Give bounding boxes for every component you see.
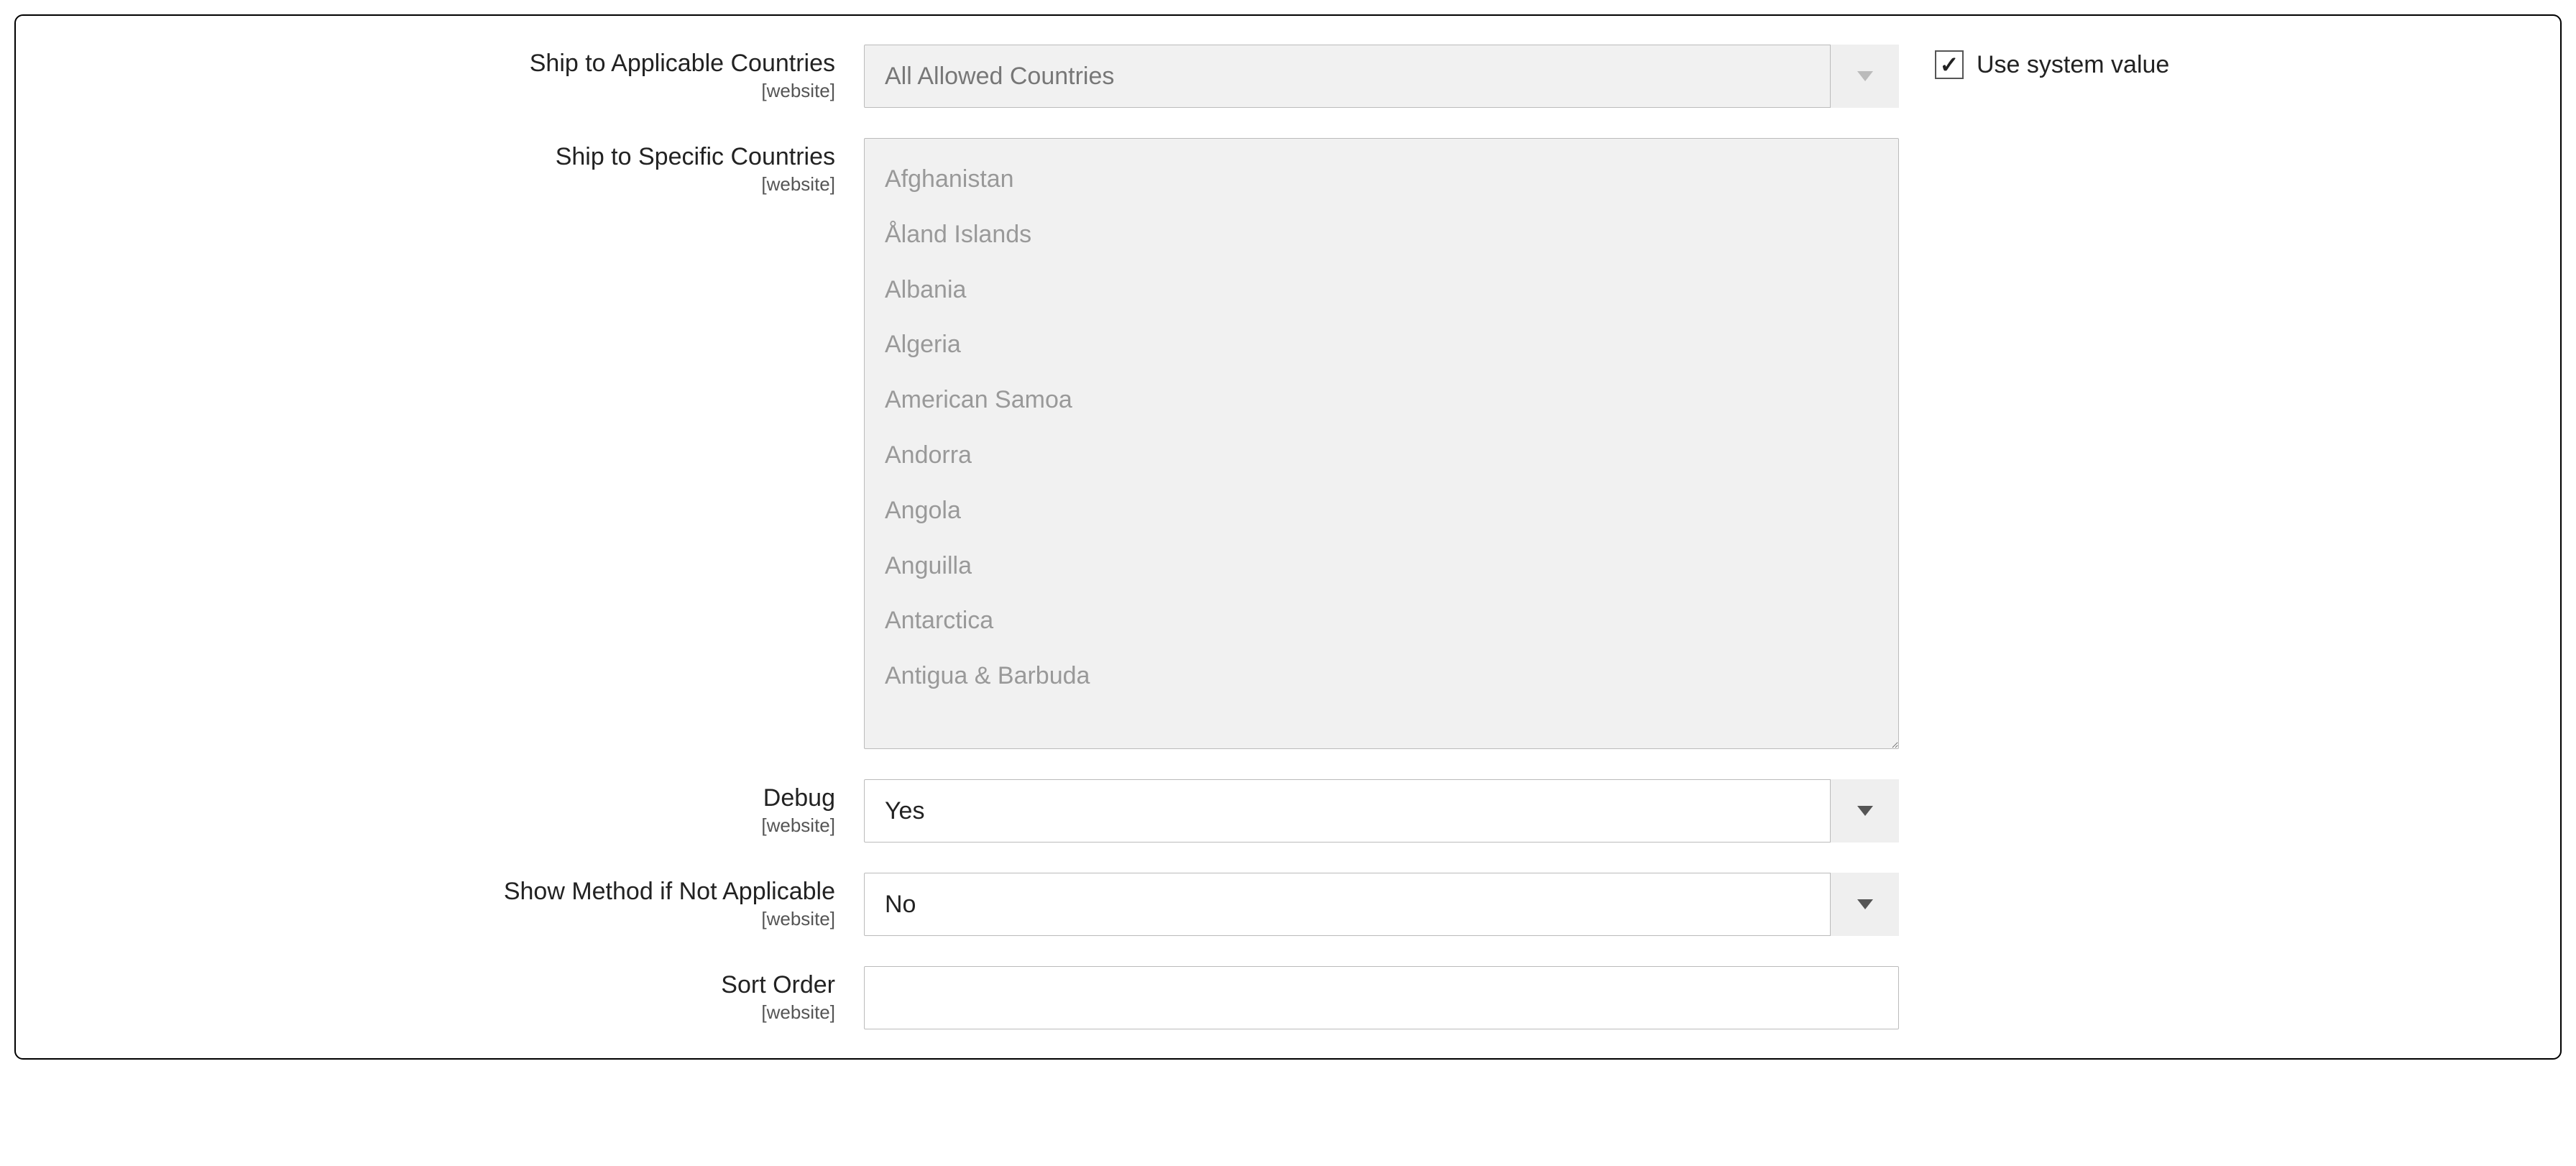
config-form: Ship to Applicable Countries [website] A…	[14, 14, 2562, 1060]
select-debug[interactable]: Yes	[864, 779, 1899, 843]
select-value: Yes	[864, 779, 1899, 843]
use-system-col: Use system value	[1899, 45, 2169, 79]
label-show-method: Show Method if Not Applicable [website]	[45, 873, 864, 930]
country-option[interactable]: American Samoa	[885, 372, 1878, 428]
row-sort-order: Sort Order [website]	[45, 966, 2531, 1029]
label-text: Debug	[45, 784, 835, 813]
label-ship-specific: Ship to Specific Countries [website]	[45, 138, 864, 196]
country-option[interactable]: Algeria	[885, 317, 1878, 372]
row-show-method: Show Method if Not Applicable [website] …	[45, 873, 2531, 936]
select-ship-applicable: All Allowed Countries	[864, 45, 1899, 108]
label-sort-order: Sort Order [website]	[45, 966, 864, 1024]
country-list: AfghanistanÅland IslandsAlbaniaAlgeriaAm…	[865, 139, 1898, 717]
chevron-down-icon	[1830, 45, 1899, 108]
label-debug: Debug [website]	[45, 779, 864, 837]
chevron-down-icon[interactable]	[1830, 779, 1899, 843]
input-col: Yes	[864, 779, 1899, 843]
select-value: No	[864, 873, 1899, 936]
row-ship-applicable: Ship to Applicable Countries [website] A…	[45, 45, 2531, 108]
country-option[interactable]: Afghanistan	[885, 152, 1878, 207]
scope-text: [website]	[45, 80, 835, 102]
label-text: Ship to Specific Countries	[45, 142, 835, 172]
country-option[interactable]: Andorra	[885, 428, 1878, 483]
input-col: No	[864, 873, 1899, 936]
label-text: Show Method if Not Applicable	[45, 877, 835, 906]
scope-text: [website]	[45, 1001, 835, 1024]
select-value: All Allowed Countries	[864, 45, 1899, 108]
multiselect-countries[interactable]: AfghanistanÅland IslandsAlbaniaAlgeriaAm…	[864, 138, 1899, 749]
row-ship-specific: Ship to Specific Countries [website] Afg…	[45, 138, 2531, 749]
input-col	[864, 966, 1899, 1029]
row-debug: Debug [website] Yes	[45, 779, 2531, 843]
select-show-method[interactable]: No	[864, 873, 1899, 936]
scope-text: [website]	[45, 173, 835, 196]
input-col: AfghanistanÅland IslandsAlbaniaAlgeriaAm…	[864, 138, 1899, 749]
sort-order-input[interactable]	[864, 966, 1899, 1029]
country-option[interactable]: Angola	[885, 483, 1878, 538]
use-system-checkbox[interactable]	[1935, 50, 1964, 79]
country-option[interactable]: Albania	[885, 262, 1878, 318]
scope-text: [website]	[45, 814, 835, 837]
chevron-down-icon[interactable]	[1830, 873, 1899, 936]
use-system-checkbox-wrap[interactable]: Use system value	[1935, 50, 2169, 79]
input-col: All Allowed Countries	[864, 45, 1899, 108]
country-option[interactable]: Anguilla	[885, 538, 1878, 594]
use-system-label: Use system value	[1977, 51, 2169, 79]
label-text: Ship to Applicable Countries	[45, 49, 835, 78]
scope-text: [website]	[45, 908, 835, 930]
label-ship-applicable: Ship to Applicable Countries [website]	[45, 45, 864, 102]
country-option[interactable]: Antigua & Barbuda	[885, 648, 1878, 704]
country-option[interactable]: Åland Islands	[885, 207, 1878, 262]
country-option[interactable]: Antarctica	[885, 593, 1878, 648]
label-text: Sort Order	[45, 970, 835, 1000]
